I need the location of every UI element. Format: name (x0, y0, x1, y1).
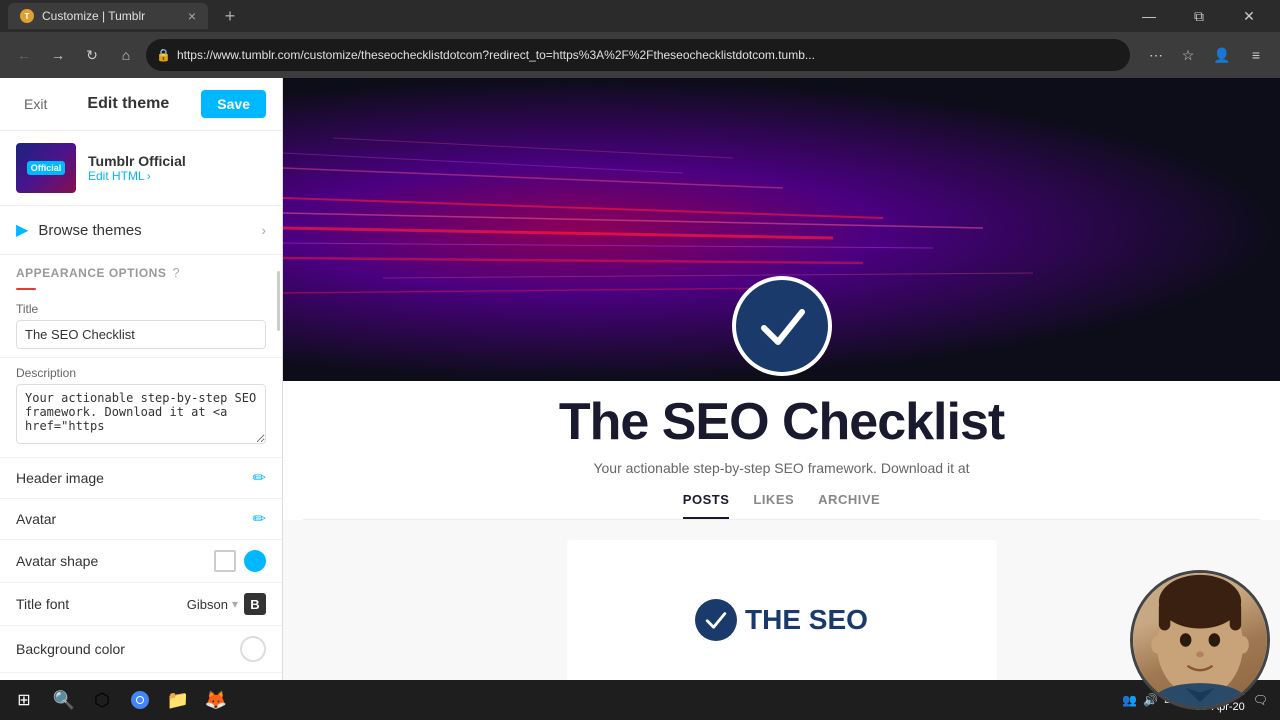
taskbar-firefox[interactable]: 🦊 (198, 682, 234, 718)
nav-posts[interactable]: POSTS (683, 492, 730, 519)
appearance-section: APPEARANCE OPTIONS ? (0, 255, 282, 284)
nav-icons: ⋯ ☆ (1142, 41, 1202, 69)
taskbar-search[interactable]: 🔍 (46, 682, 82, 718)
title-input[interactable] (16, 320, 266, 349)
scroll-indicator (277, 271, 280, 331)
webcam-face (1133, 573, 1267, 707)
minimize-button[interactable]: — (1126, 0, 1172, 32)
shape-circle-option[interactable] (244, 550, 266, 572)
avatar-row: Avatar ✏ (0, 499, 282, 540)
close-button[interactable]: ✕ (1226, 0, 1272, 32)
blog-logo (732, 276, 832, 376)
font-selector[interactable]: Gibson ▾ (187, 597, 238, 612)
browse-themes-row[interactable]: ▶ Browse themes › (0, 206, 282, 255)
start-button[interactable]: ⊞ (4, 682, 44, 718)
profile-button[interactable]: 👤 (1208, 41, 1236, 69)
avatar-edit-icon[interactable]: ✏ (253, 509, 266, 529)
new-tab-button[interactable]: + (216, 3, 244, 29)
nav-likes[interactable]: LIKES (753, 492, 794, 519)
nav-archive[interactable]: ARCHIVE (818, 492, 880, 519)
avatar-shape-label: Avatar shape (16, 553, 98, 569)
address-bar[interactable]: 🔒 https://www.tumblr.com/customize/these… (146, 39, 1130, 71)
bookmark-button[interactable]: ☆ (1174, 41, 1202, 69)
header-image-edit-icon[interactable]: ✏ (253, 468, 266, 488)
color-swatch-red[interactable] (16, 288, 36, 290)
browse-icon: ▶ (16, 220, 28, 240)
header-image-row: Header image ✏ (0, 458, 282, 499)
shape-options (214, 550, 266, 572)
description-label: Description (16, 366, 266, 380)
exit-button[interactable]: Exit (16, 92, 55, 116)
title-bar: T Customize | Tumblr × + — ⧉ ✕ (0, 0, 1280, 32)
avatar-shape-row: Avatar shape (0, 540, 282, 583)
tab-favicon: T (20, 9, 34, 23)
blog-preview: The SEO Checklist Your actionable step-b… (283, 78, 1280, 720)
post-thumbnail-logo (695, 599, 737, 641)
theme-thumbnail: Official (16, 143, 76, 193)
extensions-button[interactable]: ⋯ (1142, 41, 1170, 69)
chevron-right-icon: › (261, 222, 266, 238)
title-font-label: Title font (16, 596, 69, 612)
webcam-overlay (1130, 570, 1270, 710)
main-layout: Exit Edit theme Save Official Tumblr Off… (0, 78, 1280, 720)
restore-button[interactable]: ⧉ (1176, 0, 1222, 32)
bold-button[interactable]: B (244, 593, 266, 615)
tab-title: Customize | Tumblr (42, 9, 145, 23)
font-chevron-icon: ▾ (232, 597, 238, 611)
nav-bar: ← → ↻ ⌂ 🔒 https://www.tumblr.com/customi… (0, 32, 1280, 78)
tab-close-btn[interactable]: × (188, 8, 196, 24)
font-name: Gibson (187, 597, 228, 612)
address-text: https://www.tumblr.com/customize/theseoc… (177, 48, 1120, 62)
home-button[interactable]: ⌂ (112, 41, 140, 69)
appearance-label: APPEARANCE OPTIONS (16, 266, 166, 280)
sidebar: Exit Edit theme Save Official Tumblr Off… (0, 78, 283, 720)
forward-button[interactable]: → (44, 41, 72, 69)
browser-chrome: T Customize | Tumblr × + — ⧉ ✕ ← → ↻ ⌂ 🔒… (0, 0, 1280, 78)
avatar-label: Avatar (16, 511, 56, 527)
blog-nav: POSTS LIKES ARCHIVE (303, 492, 1260, 520)
taskbar-chrome[interactable] (122, 682, 158, 718)
blog-description: Your actionable step-by-step SEO framewo… (593, 460, 969, 476)
description-field-group: Description Your actionable step-by-step… (0, 358, 282, 458)
theme-info: Tumblr Official Edit HTML › (88, 153, 266, 183)
security-icon: 🔒 (156, 48, 171, 62)
header-image-label: Header image (16, 470, 104, 486)
edit-theme-title: Edit theme (65, 95, 191, 113)
background-color-picker[interactable] (240, 636, 266, 662)
official-badge: Official (27, 161, 66, 175)
description-input[interactable]: Your actionable step-by-step SEO framewo… (16, 384, 266, 444)
blog-logo-area: The SEO Checklist Your actionable step-b… (283, 381, 1280, 520)
background-color-label: Background color (16, 641, 125, 657)
theme-name: Tumblr Official (88, 153, 266, 169)
sidebar-header: Exit Edit theme Save (0, 78, 282, 131)
browser-tab[interactable]: T Customize | Tumblr × (8, 3, 208, 29)
save-button[interactable]: Save (201, 90, 266, 118)
menu-button[interactable]: ≡ (1242, 41, 1270, 69)
shape-square-option[interactable] (214, 550, 236, 572)
reload-button[interactable]: ↻ (78, 41, 106, 69)
edit-html-link[interactable]: Edit HTML › (88, 169, 266, 183)
title-font-row: Title font Gibson ▾ B (0, 583, 282, 626)
taskbar-cortana[interactable]: ⬡ (84, 682, 120, 718)
window-controls: — ⧉ ✕ (1126, 0, 1272, 32)
title-label: Title (16, 302, 266, 316)
browse-themes-label: Browse themes (38, 222, 251, 239)
back-button[interactable]: ← (10, 41, 38, 69)
background-color-row: Background color (0, 626, 282, 673)
taskbar: ⊞ 🔍 ⬡ 📁 🦊 👥 🔊 ENG 6:52 PM 27-Apr-20 🗨 (0, 680, 1280, 720)
title-field-group: Title (0, 294, 282, 358)
theme-card: Official Tumblr Official Edit HTML › (0, 131, 282, 206)
help-icon[interactable]: ? (172, 265, 179, 280)
checkmark-svg (752, 296, 812, 356)
taskbar-files[interactable]: 📁 (160, 682, 196, 718)
post-title: THE SEO (745, 604, 868, 636)
blog-title: The SEO Checklist (559, 392, 1004, 452)
preview-area: The SEO Checklist Your actionable step-b… (283, 78, 1280, 720)
blog-post-card: THE SEO (567, 540, 997, 700)
